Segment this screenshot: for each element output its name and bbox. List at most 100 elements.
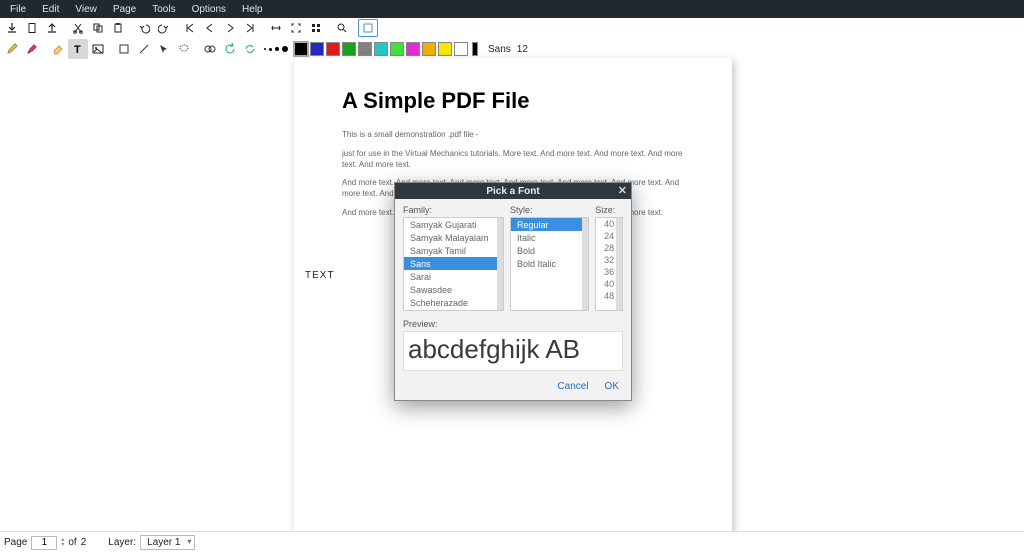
swatch-orange[interactable]	[422, 42, 436, 56]
preview-box: abcdefghijk AB	[403, 331, 623, 371]
fit-width-icon[interactable]	[266, 19, 286, 37]
grid-icon[interactable]	[306, 19, 326, 37]
size-option[interactable]: 24	[596, 230, 622, 242]
copy-icon[interactable]	[88, 19, 108, 37]
zoom-icon[interactable]	[332, 19, 352, 37]
ok-button[interactable]: OK	[605, 381, 619, 392]
main-toolbar	[0, 18, 1024, 38]
refresh-tool-icon[interactable]	[240, 39, 260, 59]
layer-dropdown[interactable]: Layer 1	[140, 535, 195, 550]
size-listbox[interactable]: 40 24 28 32 36 40 48	[595, 217, 623, 311]
style-option[interactable]: Italic	[511, 231, 588, 244]
cut-icon[interactable]	[68, 19, 88, 37]
download-icon[interactable]	[2, 19, 22, 37]
style-option[interactable]: Regular	[511, 218, 588, 231]
menu-file[interactable]: File	[2, 4, 34, 15]
size-option[interactable]: 48	[596, 290, 622, 302]
fullscreen-icon[interactable]	[286, 19, 306, 37]
svg-text:T: T	[74, 44, 81, 56]
redo-icon[interactable]	[154, 19, 174, 37]
swatch-navy[interactable]	[310, 42, 324, 56]
cancel-button[interactable]: Cancel	[557, 381, 588, 392]
size-option[interactable]: 36	[596, 266, 622, 278]
swatch-magenta[interactable]	[406, 42, 420, 56]
size-option[interactable]: 40	[596, 218, 622, 230]
layer-label: Layer:	[108, 537, 136, 548]
doc-title: A Simple PDF File	[342, 88, 684, 114]
last-page-icon[interactable]	[240, 19, 260, 37]
doc-paragraph: just for use in the Virtual Mechanics tu…	[342, 149, 684, 171]
swatch-yellow[interactable]	[438, 42, 452, 56]
style-listbox[interactable]: Regular Italic Bold Bold Italic	[510, 217, 589, 311]
swatch-red[interactable]	[326, 42, 340, 56]
shape-tool-icon[interactable]	[114, 39, 134, 59]
paste-icon[interactable]	[108, 19, 128, 37]
doc-paragraph: This is a small demonstration .pdf file …	[342, 130, 684, 141]
menu-view[interactable]: View	[67, 4, 105, 15]
family-listbox[interactable]: Samyak Gujarati Samyak Malayalam Samyak …	[403, 217, 504, 311]
pen-tool-icon[interactable]	[2, 39, 22, 59]
menu-help[interactable]: Help	[234, 4, 271, 15]
style-label: Style:	[510, 205, 589, 215]
family-option[interactable]: Samyak Gujarati	[404, 218, 503, 231]
page-total: 2	[81, 537, 87, 548]
pick-font-dialog: Pick a Font ✕ Family: Samyak Gujarati Sa…	[394, 182, 632, 401]
page-of-label: of	[68, 537, 76, 548]
current-font-size: 12	[517, 44, 528, 55]
dialog-title-text: Pick a Font	[486, 186, 539, 197]
clone-tool-icon[interactable]	[200, 39, 220, 59]
upload-icon[interactable]	[42, 19, 62, 37]
new-doc-icon[interactable]	[22, 19, 42, 37]
style-option[interactable]: Bold	[511, 244, 588, 257]
page-number-input[interactable]	[31, 536, 57, 550]
rotate-tool-icon[interactable]	[220, 39, 240, 59]
image-tool-icon[interactable]	[88, 39, 108, 59]
first-page-icon[interactable]	[180, 19, 200, 37]
brush-size-selector[interactable]	[264, 46, 288, 52]
family-option[interactable]: Samyak Tamil	[404, 244, 503, 257]
color-palette	[294, 42, 468, 56]
size-option[interactable]: 28	[596, 242, 622, 254]
size-option[interactable]: 32	[596, 254, 622, 266]
menu-page[interactable]: Page	[105, 4, 144, 15]
prev-page-icon[interactable]	[200, 19, 220, 37]
size-option[interactable]: 40	[596, 278, 622, 290]
family-option[interactable]: Samyak Malayalam	[404, 231, 503, 244]
text-annotation[interactable]: TEXT	[305, 270, 335, 281]
family-label: Family:	[403, 205, 504, 215]
undo-icon[interactable]	[134, 19, 154, 37]
canvas-area[interactable]: A Simple PDF File This is a small demons…	[0, 60, 1024, 531]
page-size-icon[interactable]	[358, 19, 378, 37]
swatch-black[interactable]	[294, 42, 308, 56]
family-option[interactable]: Sarai	[404, 270, 503, 283]
line-tool-icon[interactable]	[134, 39, 154, 59]
select-tool-icon[interactable]	[154, 39, 174, 59]
page-spinner[interactable]: ▴▾	[61, 538, 64, 548]
swatch-green[interactable]	[342, 42, 356, 56]
current-stroke-color[interactable]	[472, 42, 478, 56]
swatch-cyan[interactable]	[374, 42, 388, 56]
page-label: Page	[4, 537, 27, 548]
family-option[interactable]: Sawasdee	[404, 283, 503, 296]
next-page-icon[interactable]	[220, 19, 240, 37]
style-option[interactable]: Bold Italic	[511, 257, 588, 270]
menubar: File Edit View Page Tools Options Help	[0, 0, 1024, 18]
dialog-titlebar[interactable]: Pick a Font ✕	[395, 183, 631, 199]
swatch-white[interactable]	[454, 42, 468, 56]
preview-label: Preview:	[395, 315, 631, 331]
family-option[interactable]: Scheherazade	[404, 296, 503, 309]
eraser-tool-icon[interactable]	[48, 39, 68, 59]
tool-row: T Sans 12	[0, 38, 1024, 60]
menu-edit[interactable]: Edit	[34, 4, 67, 15]
text-tool-icon[interactable]: T	[68, 39, 88, 59]
lasso-tool-icon[interactable]	[174, 39, 194, 59]
size-label: Size:	[595, 205, 623, 215]
swatch-gray[interactable]	[358, 42, 372, 56]
menu-tools[interactable]: Tools	[144, 4, 183, 15]
status-bar: Page ▴▾ of 2 Layer: Layer 1	[0, 531, 1024, 553]
close-icon[interactable]: ✕	[618, 184, 627, 197]
swatch-lime[interactable]	[390, 42, 404, 56]
menu-options[interactable]: Options	[184, 4, 234, 15]
family-option[interactable]: Sans	[404, 257, 503, 270]
brush-tool-icon[interactable]	[22, 39, 42, 59]
